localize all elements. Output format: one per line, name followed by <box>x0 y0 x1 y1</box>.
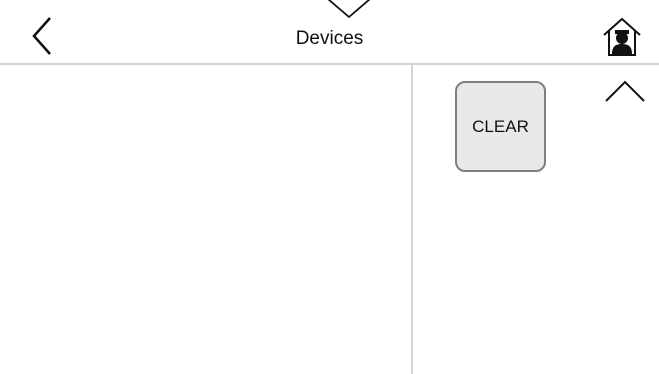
page-title: Devices <box>295 28 364 49</box>
top-bar: Devices <box>0 0 659 65</box>
home-button[interactable] <box>600 16 644 58</box>
scroll-up-button[interactable] <box>603 77 647 105</box>
device-list-pane <box>0 65 411 374</box>
chevron-up-icon <box>605 80 645 102</box>
chevron-down-icon <box>327 0 371 19</box>
side-panel: CLEAR <box>413 65 659 374</box>
home-user-icon <box>603 17 641 56</box>
clear-button[interactable]: CLEAR <box>455 81 546 172</box>
top-pull-handle[interactable] <box>325 0 373 20</box>
